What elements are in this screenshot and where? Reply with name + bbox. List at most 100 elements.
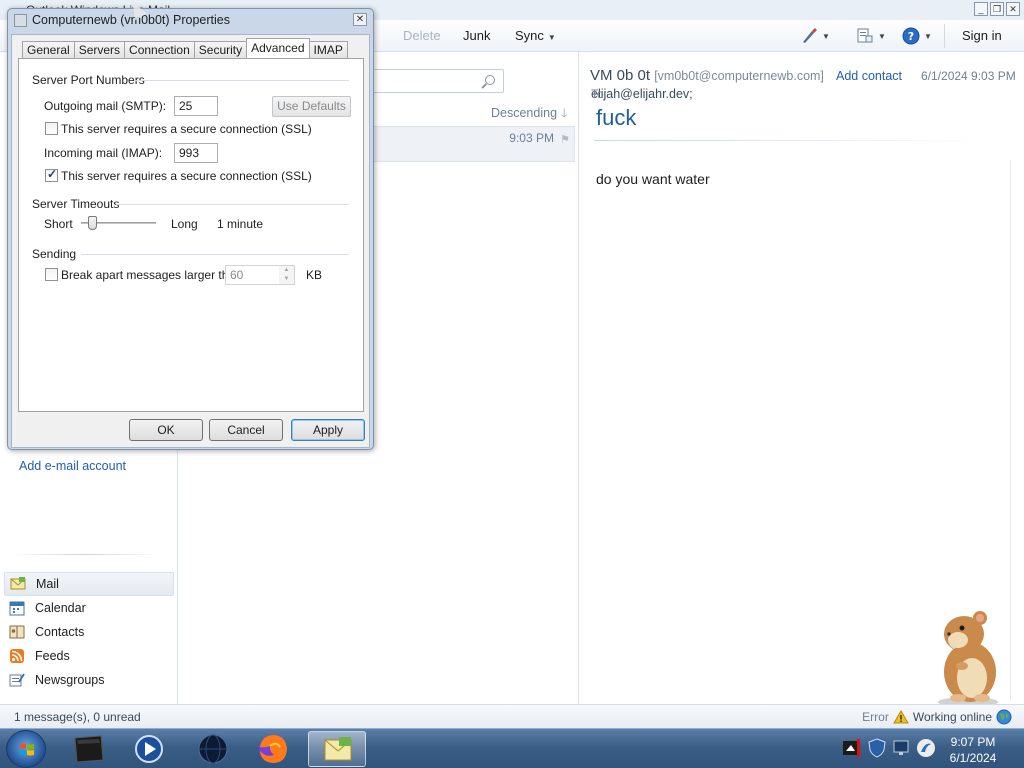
tab-connection[interactable]: Connection: [124, 41, 195, 58]
sender: VM 0b 0t [vm0b0t@computernewb.com]: [590, 67, 824, 84]
server-ports-group-label: Server Port Numbers: [32, 73, 145, 87]
contacts-icon: [9, 625, 25, 639]
tab-servers[interactable]: Servers: [73, 41, 126, 58]
taskbar-app-terminal[interactable]: [60, 731, 118, 767]
timeout-slider-thumb[interactable]: [87, 216, 97, 230]
chevron-down-icon[interactable]: ▼: [924, 32, 932, 41]
nav-label: Contacts: [35, 625, 85, 639]
paintbrush-icon[interactable]: [800, 27, 818, 45]
chevron-down-icon[interactable]: ▼: [822, 32, 830, 41]
tab-imap[interactable]: IMAP: [308, 41, 348, 58]
recipients: To: elijah@elijahr.dev;: [591, 87, 693, 101]
message-time: 9:03 PM: [509, 131, 554, 145]
media-player-icon: [135, 735, 163, 763]
sync-button[interactable]: Sync ▼: [515, 28, 556, 43]
tab-strip: General Servers Connection Security Adva…: [22, 38, 348, 58]
taskbar-app-media-player[interactable]: [120, 731, 178, 767]
junk-button[interactable]: Junk: [463, 28, 490, 43]
hamster-image: [938, 611, 998, 707]
help-icon[interactable]: ?: [902, 27, 920, 45]
apply-button[interactable]: Apply: [291, 419, 365, 441]
ok-button[interactable]: OK: [129, 419, 203, 441]
taskbar-app-mail[interactable]: [308, 731, 366, 767]
clock-time: 9:07 PM: [950, 735, 996, 749]
add-contact-link[interactable]: Add contact: [836, 69, 902, 83]
tab-advanced[interactable]: Advanced: [246, 38, 310, 58]
close-button[interactable]: ✕: [1006, 2, 1020, 16]
network-icon[interactable]: [892, 739, 912, 757]
shield-icon[interactable]: [868, 738, 886, 758]
account-properties-dialog: Computernewb (vm0b0t) Properties ✕ Gener…: [7, 8, 374, 450]
dialog-close-button[interactable]: ✕: [353, 13, 367, 26]
imap-port-field[interactable]: [174, 143, 218, 163]
nav-label: Newsgroups: [35, 673, 105, 687]
connection-status: Error Working online: [862, 709, 1012, 725]
group-divider: [134, 80, 349, 81]
chevron-down-icon: ▼: [547, 33, 556, 42]
nav-label: Feeds: [35, 649, 70, 663]
search-input[interactable]: [369, 69, 504, 93]
message-list-item[interactable]: 9:03 PM ⚑: [369, 126, 575, 162]
timeout-short-label: Short: [44, 217, 73, 231]
to-label: To:: [591, 87, 608, 101]
message-count: 1 message(s), 0 unread: [14, 710, 141, 724]
svg-text:?: ?: [908, 30, 914, 43]
imap-ssl-checkbox[interactable]: [45, 167, 58, 182]
smtp-port-field[interactable]: [174, 96, 218, 116]
smtp-port-label: Outgoing mail (SMTP):: [44, 99, 167, 113]
tab-security[interactable]: Security: [193, 41, 248, 58]
subject-divider: [594, 140, 998, 141]
newsgroups-icon: [9, 673, 25, 687]
use-defaults-button[interactable]: Use Defaults: [272, 96, 351, 117]
calendar-icon: [9, 601, 25, 616]
size-spinner[interactable]: ▲ ▼: [279, 265, 295, 285]
firefox-icon: [259, 735, 287, 763]
nav-item-mail[interactable]: Mail: [4, 572, 174, 596]
sort-dropdown[interactable]: Descending 🡓: [491, 104, 567, 125]
smtp-ssl-checkbox[interactable]: [45, 122, 58, 135]
menu-options-icon[interactable]: [856, 27, 874, 45]
nav-item-newsgroups[interactable]: Newsgroups: [4, 668, 174, 692]
timeout-value: 1 minute: [217, 217, 264, 231]
nav-label: Mail: [36, 577, 59, 591]
toolbar-divider: [944, 24, 945, 48]
notification-flag-icon[interactable]: [842, 739, 860, 757]
start-button[interactable]: [6, 730, 46, 768]
globe-icon: [996, 709, 1012, 725]
chevron-down-icon[interactable]: ▼: [878, 32, 886, 41]
navigation-list: Mail Calendar Contacts Feeds Newsgroups: [4, 572, 174, 692]
mail-app-icon: [324, 737, 352, 761]
break-apart-checkbox[interactable]: [45, 268, 58, 281]
break-apart-label: Break apart messages larger than: [61, 268, 242, 282]
pane-divider: [10, 554, 160, 555]
message-subject: fuck: [596, 105, 637, 130]
taskbar: 9:07 PM 6/1/2024: [0, 728, 1024, 768]
nav-item-contacts[interactable]: Contacts: [4, 620, 174, 644]
break-apart-size-field[interactable]: [225, 265, 280, 285]
mail-icon: [10, 577, 26, 590]
smtp-ssl-label: This server requires a secure connection…: [61, 122, 312, 136]
message-body: do you want water: [596, 171, 710, 187]
imap-port-label: Incoming mail (IMAP):: [44, 146, 163, 160]
search-icon[interactable]: [485, 75, 495, 85]
delete-button[interactable]: Delete: [403, 28, 441, 43]
taskbar-clock[interactable]: 9:07 PM 6/1/2024: [942, 734, 1004, 766]
taskbar-app-firefox[interactable]: [244, 731, 302, 767]
sync-label: Sync: [515, 28, 544, 43]
status-bar: 1 message(s), 0 unread Error Working onl…: [0, 704, 1024, 728]
flag-icon[interactable]: ⚑: [560, 133, 570, 146]
sign-in-button[interactable]: Sign in: [962, 28, 1002, 43]
sending-group-label: Sending: [32, 247, 77, 261]
live-messenger-icon[interactable]: [916, 738, 936, 758]
tab-general[interactable]: General: [22, 41, 75, 58]
taskbar-app-browser-dark[interactable]: [184, 731, 242, 767]
cancel-button[interactable]: Cancel: [209, 419, 283, 441]
warning-icon: [892, 710, 909, 724]
minimize-button[interactable]: _: [974, 2, 988, 16]
restore-button[interactable]: ❐: [990, 2, 1004, 16]
nav-item-calendar[interactable]: Calendar: [4, 596, 174, 620]
message-date: 6/1/2024 9:03 PM: [921, 69, 1016, 83]
nav-item-feeds[interactable]: Feeds: [4, 644, 174, 668]
add-email-account-link[interactable]: Add e-mail account: [19, 459, 126, 473]
status-error-label[interactable]: Error: [862, 710, 889, 724]
